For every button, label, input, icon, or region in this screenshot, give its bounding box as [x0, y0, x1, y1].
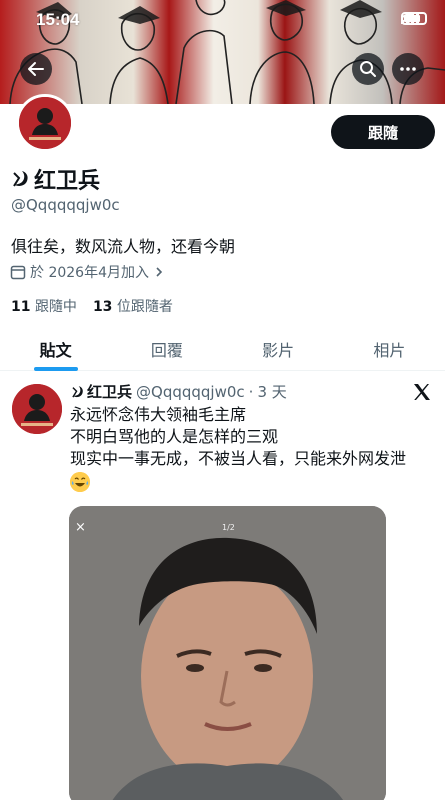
search-button[interactable] [352, 53, 384, 85]
tweet-handle: @Qqqqqqjw0c [136, 382, 245, 401]
status-time: 15:04 [36, 10, 80, 29]
battery-icon [401, 12, 427, 25]
profile-bio: 俱往矣，数风流人物，还看今朝 [11, 237, 236, 256]
followers-count: 13 [92, 299, 113, 315]
joined-text: 於 2026年4月加入 [30, 265, 149, 281]
laughing-with-tears-emoji-icon [70, 471, 90, 492]
x-logo-icon [414, 384, 430, 400]
status-icons [401, 12, 427, 25]
profile-tabs: 貼文 回覆 影片 相片 [0, 327, 445, 371]
following-label: 跟隨中 [34, 299, 77, 315]
tweet-line: 不明白骂他的人是怎样的三观 [70, 427, 279, 446]
calendar-icon [10, 265, 26, 280]
tweet-author-name: 红卫兵 [87, 383, 133, 401]
arrow-left-icon [28, 62, 44, 76]
tweet-header: 红卫兵 @Qqqqqqjw0c · 3 天 [70, 381, 287, 402]
profile-handle: @Qqqqqqjw0c [11, 196, 120, 214]
display-name: 红卫兵 [10, 163, 100, 195]
tweet-media-image[interactable]: × 1/2 [69, 506, 386, 800]
following-link[interactable]: 11 跟隨中 [11, 296, 77, 316]
media-counter: 1/2 [222, 523, 235, 532]
followers-link[interactable]: 13 位跟隨者 [93, 296, 173, 316]
search-icon [360, 61, 376, 77]
more-icon [400, 67, 416, 71]
more-button[interactable] [392, 53, 424, 85]
hammer-sickle-icon [72, 385, 83, 397]
tweet-avatar[interactable] [12, 384, 62, 434]
tab-replies[interactable]: 回覆 [111, 327, 222, 370]
tweet-line: 永远怀念伟大领袖毛主席 [70, 405, 247, 424]
hammer-sickle-icon [13, 171, 28, 187]
joined-date: 於 2026年4月加入 [10, 262, 165, 282]
tweet-author[interactable]: 红卫兵 [70, 381, 132, 402]
tab-photos[interactable]: 相片 [334, 327, 445, 370]
tweet-line: 现实中一事无成，不被当人看，只能来外网发泄 [70, 449, 407, 468]
portrait-photo [69, 506, 386, 800]
portrait-avatar-image [19, 97, 71, 149]
portrait-avatar-image [12, 384, 62, 434]
followers-label: 位跟隨者 [116, 299, 173, 315]
display-name-text: 红卫兵 [34, 169, 101, 194]
profile-avatar[interactable] [16, 94, 74, 152]
follow-counts: 11 跟隨中 13 位跟隨者 [11, 296, 173, 316]
chevron-right-icon[interactable] [153, 266, 165, 278]
tweet-time[interactable]: 3 天 [257, 381, 286, 402]
media-close-button[interactable]: × [75, 520, 86, 535]
follow-button[interactable]: 跟隨 [331, 115, 435, 149]
following-count: 11 [11, 299, 31, 315]
back-button[interactable] [20, 53, 52, 85]
profile-banner[interactable]: 15:04 [0, 0, 445, 104]
tweet-separator: · [248, 382, 254, 401]
tweet-text: 永远怀念伟大领袖毛主席 不明白骂他的人是怎样的三观 现实中一事无成，不被当人看，… [70, 404, 430, 492]
tab-videos[interactable]: 影片 [223, 327, 334, 370]
tab-posts[interactable]: 貼文 [0, 327, 111, 370]
